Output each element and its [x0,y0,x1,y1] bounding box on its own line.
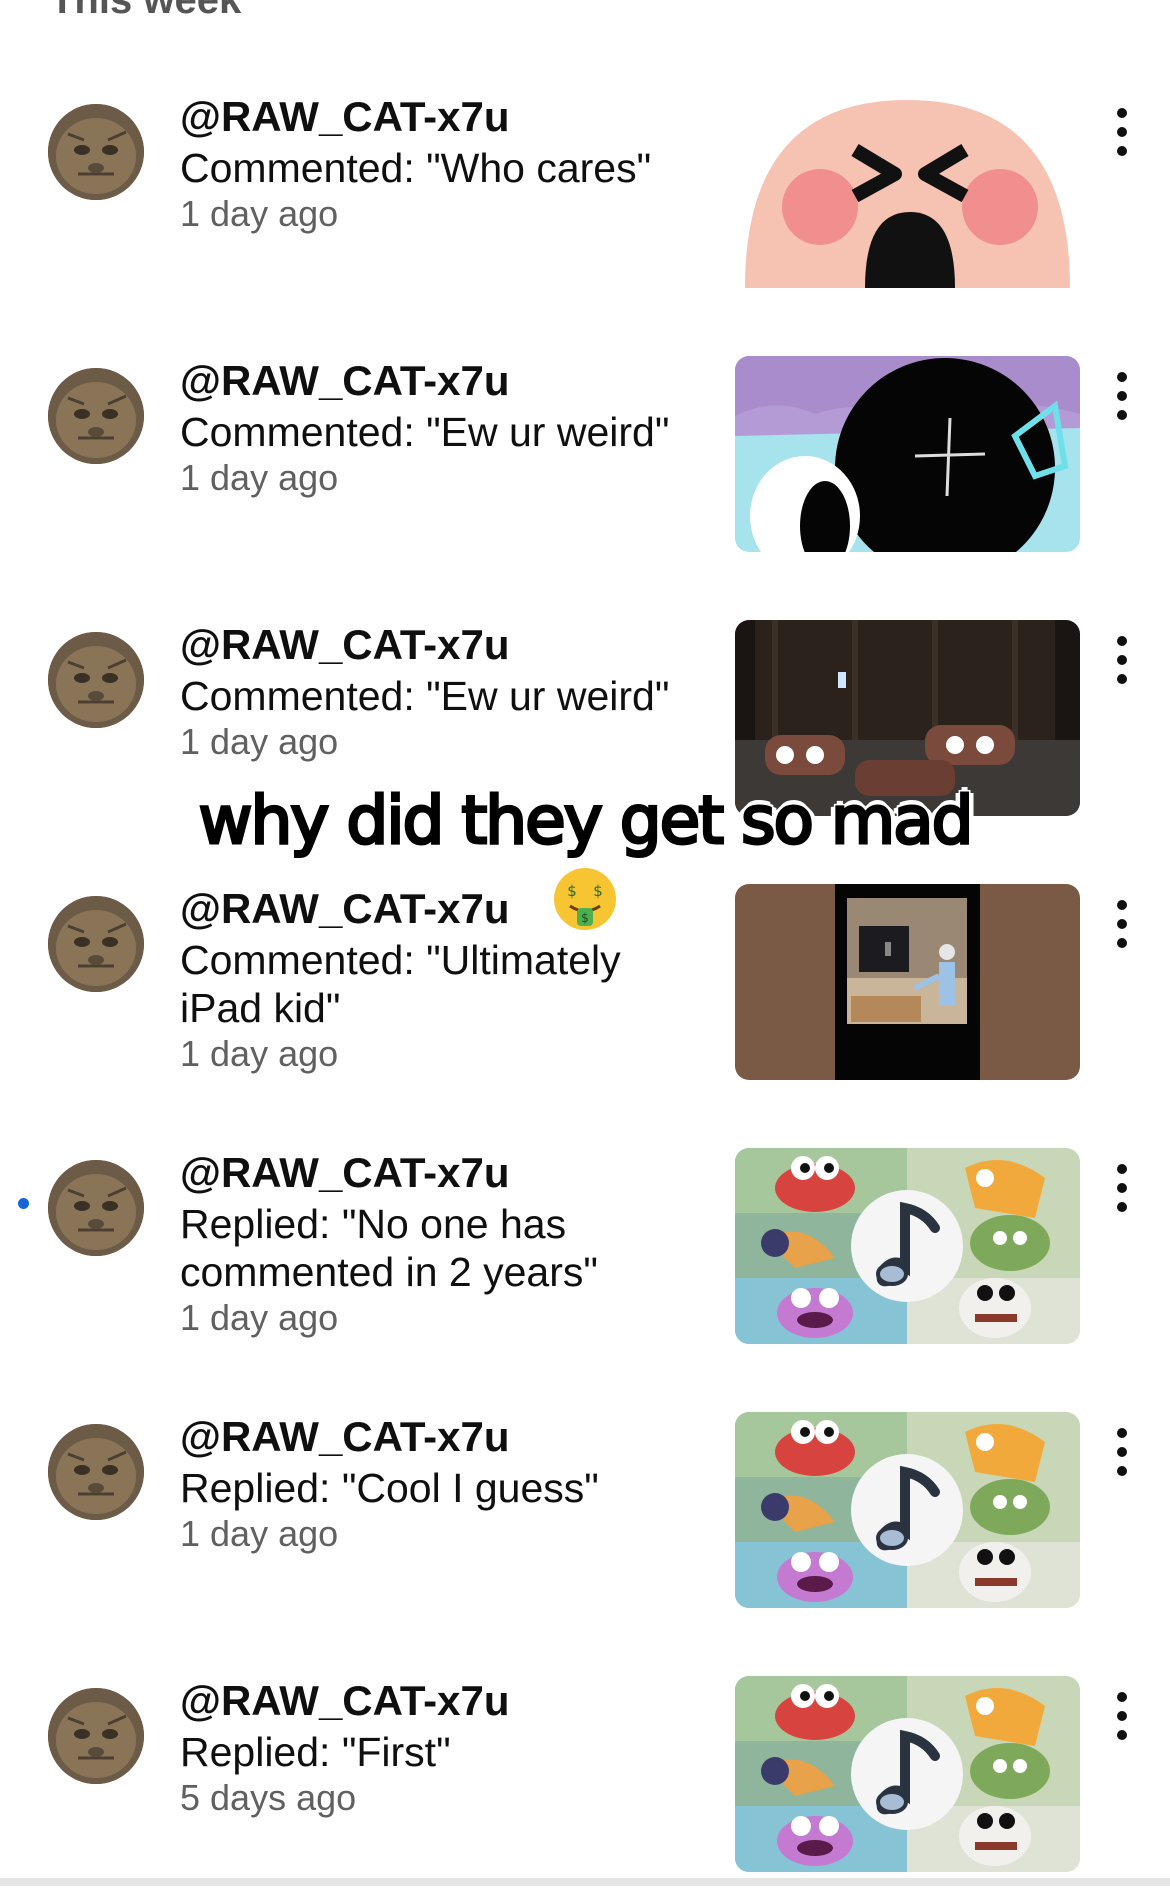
notification-text: @RAW_CAT-x7u Replied: "Cool I guess" 1 d… [180,1412,720,1556]
notification-message: Commented: "Who cares" [180,145,652,191]
avatar[interactable] [48,632,144,728]
notification-message: Replied: "Cool I guess" [180,1465,599,1511]
notification-message: Replied: "No one has commented in 2 year… [180,1201,598,1295]
notification-time: 1 day ago [180,193,339,234]
notification-message: Commented: "Ew ur weird" [180,673,670,719]
avatar[interactable] [48,1160,144,1256]
more-vertical-icon[interactable] [1100,1158,1144,1218]
notification-text: @RAW_CAT-x7u Commented: "Who cares" 1 da… [180,92,720,236]
money-mouth-face-emoji-icon: $ $ $ [552,866,618,932]
notification-item[interactable]: @RAW_CAT-x7u Replied: "No one has commen… [0,1148,1170,1368]
notification-time: 1 day ago [180,721,339,762]
section-header: This week [50,0,242,22]
notification-text: @RAW_CAT-x7u Commented: "Ultimately iPad… [180,884,720,1076]
unread-dot [18,1198,29,1209]
notification-username: @RAW_CAT-x7u [180,93,510,140]
notification-time: 1 day ago [180,1033,339,1074]
avatar[interactable] [48,104,144,200]
notification-username: @RAW_CAT-x7u [180,1677,510,1724]
notification-text: @RAW_CAT-x7u Commented: "Ew ur weird" 1 … [180,620,720,764]
notification-username: @RAW_CAT-x7u [180,1149,510,1196]
more-vertical-icon[interactable] [1100,630,1144,690]
notification-time: 1 day ago [180,1297,339,1338]
notification-text: @RAW_CAT-x7u Replied: "First" 5 days ago [180,1676,720,1820]
more-vertical-icon[interactable] [1100,366,1144,426]
notification-text: @RAW_CAT-x7u Commented: "Ew ur weird" 1 … [180,356,720,500]
notification-username: @RAW_CAT-x7u [180,621,510,668]
monsters-music-note-thumbnail[interactable] [735,1148,1080,1344]
notification-message: Commented: "Ultimately iPad kid" [180,937,621,1031]
notification-username: @RAW_CAT-x7u [180,357,510,404]
notification-text: @RAW_CAT-x7u Replied: "No one has commen… [180,1148,720,1340]
notification-item[interactable]: @RAW_CAT-x7u Commented: "Ew ur weird" 1 … [0,356,1170,576]
monsters-music-note-thumbnail[interactable] [735,1412,1080,1608]
video-caption-overlay: why did they get so mad [197,781,975,861]
svg-text:$: $ [581,911,589,925]
notification-time: 1 day ago [180,1513,339,1554]
svg-text:$: $ [567,882,577,900]
monsters-music-note-thumbnail[interactable] [735,1676,1080,1872]
cartoon-character-closeup-thumbnail[interactable] [735,356,1080,552]
notification-time: 5 days ago [180,1777,357,1818]
more-vertical-icon[interactable] [1100,1686,1144,1746]
bottom-edge [0,1878,1170,1886]
more-vertical-icon[interactable] [1100,1422,1144,1482]
notification-username: @RAW_CAT-x7u [180,1413,510,1460]
safe-room-thumbnail[interactable] [735,884,1080,1080]
more-vertical-icon[interactable] [1100,102,1144,162]
more-vertical-icon[interactable] [1100,894,1144,954]
svg-text:$: $ [593,882,603,900]
notification-item[interactable]: @RAW_CAT-x7u Replied: "First" 5 days ago [0,1676,1170,1896]
notification-item[interactable]: @RAW_CAT-x7u Commented: "Who cares" 1 da… [0,92,1170,312]
avatar[interactable] [48,368,144,464]
notification-username: @RAW_CAT-x7u [180,885,510,932]
notification-item[interactable]: @RAW_CAT-x7u Replied: "Cool I guess" 1 d… [0,1412,1170,1632]
notification-time: 1 day ago [180,457,339,498]
notification-message: Commented: "Ew ur weird" [180,409,670,455]
avatar[interactable] [48,1688,144,1784]
crying-face-emoji-thumbnail[interactable] [735,92,1080,288]
notification-message: Replied: "First" [180,1729,451,1775]
avatar[interactable] [48,1424,144,1520]
avatar[interactable] [48,896,144,992]
